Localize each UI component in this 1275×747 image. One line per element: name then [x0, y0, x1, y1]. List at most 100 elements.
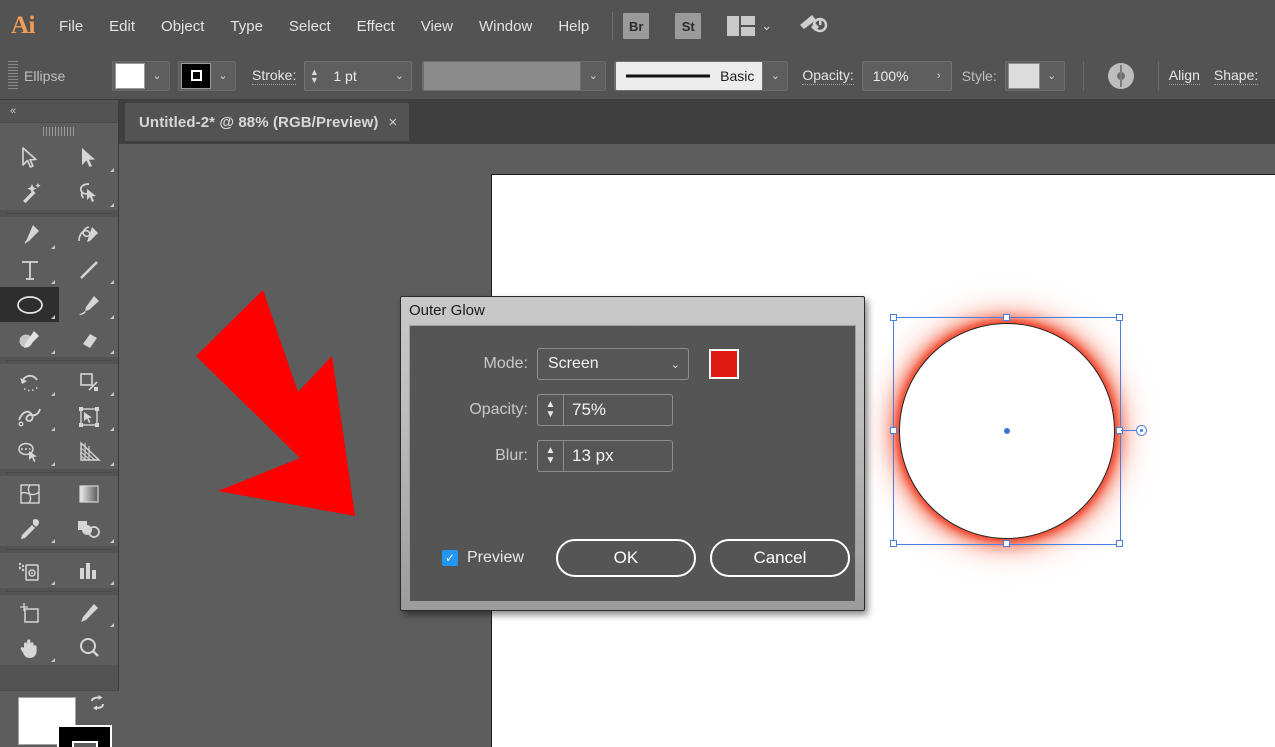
- scale-tool[interactable]: [59, 364, 118, 399]
- live-shape-widget-icon[interactable]: [1136, 425, 1147, 436]
- free-transform-tool[interactable]: [59, 399, 118, 434]
- workspace-layout-icon[interactable]: [727, 16, 756, 36]
- stroke-weight-field[interactable]: ▲ ▼ 1 pt ⌄: [304, 60, 413, 91]
- slice-tool[interactable]: [59, 595, 118, 630]
- curvature-tool[interactable]: [59, 217, 118, 252]
- zoom-tool[interactable]: [59, 630, 118, 665]
- toolbar-collapse-button[interactable]: «: [0, 100, 118, 122]
- outer-glow-dialog[interactable]: Outer Glow Mode: Screen ⌄ Opacity: ▲ ▼ 7…: [400, 296, 865, 611]
- stroke-chevron-down-icon[interactable]: ⌄: [211, 62, 235, 90]
- handle-top-center[interactable]: [1003, 314, 1010, 321]
- opacity-input-group[interactable]: ▲ ▼ 75%: [537, 394, 673, 426]
- brush-definition-group[interactable]: Basic ⌄: [614, 60, 789, 91]
- stroke-weight-chevron-down-icon[interactable]: ⌄: [387, 62, 411, 90]
- menu-edit[interactable]: Edit: [96, 12, 148, 41]
- selection-tool[interactable]: [0, 140, 59, 175]
- fill-chevron-down-icon[interactable]: ⌄: [145, 62, 169, 90]
- recolor-artwork-icon[interactable]: [1107, 62, 1134, 89]
- glow-color-swatch[interactable]: [709, 349, 739, 379]
- menu-select[interactable]: Select: [276, 12, 344, 41]
- opacity-input[interactable]: 75%: [563, 394, 673, 426]
- menu-window[interactable]: Window: [466, 12, 545, 41]
- hand-tool[interactable]: [0, 630, 59, 665]
- style-chevron-down-icon[interactable]: ⌄: [1040, 62, 1064, 90]
- paintbrush-tool[interactable]: [59, 287, 118, 322]
- width-tool[interactable]: [0, 399, 59, 434]
- handle-bottom-left[interactable]: [890, 540, 897, 547]
- ok-button[interactable]: OK: [555, 539, 696, 577]
- brush-chevron-down-icon[interactable]: ⌄: [763, 62, 787, 90]
- swap-fill-stroke-icon[interactable]: [89, 695, 107, 718]
- opacity-value[interactable]: 100%: [863, 68, 927, 84]
- eyedropper-tool[interactable]: [0, 511, 59, 546]
- menu-effect[interactable]: Effect: [344, 12, 408, 41]
- menu-object[interactable]: Object: [148, 12, 217, 41]
- handle-bottom-center[interactable]: [1003, 540, 1010, 547]
- ellipse-tool[interactable]: [0, 287, 59, 322]
- stroke-weight-stepper[interactable]: ▲ ▼: [305, 62, 323, 90]
- cancel-button[interactable]: Cancel: [709, 539, 850, 577]
- menu-type[interactable]: Type: [217, 12, 276, 41]
- menu-help[interactable]: Help: [545, 12, 602, 41]
- document-tab[interactable]: Untitled-2* @ 88% (RGB/Preview) ×: [125, 103, 410, 141]
- stroke-weight-label[interactable]: Stroke:: [252, 67, 297, 85]
- bridge-launch-button[interactable]: Br: [623, 13, 650, 39]
- fill-color-group[interactable]: ⌄: [112, 60, 170, 91]
- profile-chevron-down-icon[interactable]: ⌄: [581, 62, 605, 90]
- fill-swatch[interactable]: [115, 62, 145, 89]
- align-label[interactable]: Align: [1168, 67, 1200, 85]
- type-tool[interactable]: [0, 252, 59, 287]
- gradient-tool[interactable]: [59, 476, 118, 511]
- stroke-swatch[interactable]: [181, 62, 211, 89]
- shape-label[interactable]: Shape:: [1213, 67, 1259, 85]
- handle-bottom-right[interactable]: [1116, 540, 1123, 547]
- toolbar-stroke-swatch[interactable]: [57, 725, 112, 747]
- rocket-power-icon[interactable]: [798, 11, 828, 41]
- handle-top-right[interactable]: [1116, 314, 1123, 321]
- perspective-grid-tool[interactable]: [59, 434, 118, 469]
- shape-builder-tool[interactable]: [0, 434, 59, 469]
- mesh-tool[interactable]: [0, 476, 59, 511]
- blur-input-group[interactable]: ▲ ▼ 13 px: [537, 440, 673, 472]
- opacity-more-icon[interactable]: ›: [927, 62, 951, 90]
- stroke-color-group[interactable]: ⌄: [178, 60, 236, 91]
- shaper-tool[interactable]: [0, 322, 59, 357]
- brush-preview[interactable]: Basic: [615, 60, 764, 91]
- toolbar-grip[interactable]: [0, 122, 118, 140]
- opacity-stepper[interactable]: ▲ ▼: [537, 394, 563, 426]
- direct-selection-tool[interactable]: [59, 140, 118, 175]
- stepper-down-icon[interactable]: ▼: [546, 456, 556, 466]
- pen-tool[interactable]: [0, 217, 59, 252]
- menu-view[interactable]: View: [408, 12, 466, 41]
- preview-checkbox-group[interactable]: ✓ Preview: [442, 549, 524, 567]
- menu-file[interactable]: File: [46, 12, 96, 41]
- preview-checkbox[interactable]: ✓: [442, 550, 458, 566]
- artboard-tool[interactable]: [0, 595, 59, 630]
- line-segment-tool[interactable]: [59, 252, 118, 287]
- column-graph-tool[interactable]: [59, 553, 118, 588]
- opacity-field[interactable]: 100% ›: [861, 60, 952, 91]
- graphic-style-group[interactable]: ⌄: [1004, 60, 1065, 91]
- blend-tool[interactable]: [59, 511, 118, 546]
- blur-stepper[interactable]: ▲ ▼: [537, 440, 563, 472]
- lasso-tool[interactable]: [59, 175, 118, 210]
- variable-width-profile-preview[interactable]: [423, 60, 582, 91]
- symbol-sprayer-tool[interactable]: [0, 553, 59, 588]
- handle-middle-left[interactable]: [890, 427, 897, 434]
- chevron-down-icon[interactable]: ⌄: [761, 18, 772, 34]
- magic-wand-tool[interactable]: [0, 175, 59, 210]
- eraser-tool[interactable]: [59, 322, 118, 357]
- handle-top-left[interactable]: [890, 314, 897, 321]
- selected-ellipse-object[interactable]: [890, 314, 1147, 547]
- blur-input[interactable]: 13 px: [563, 440, 673, 472]
- stock-launch-button[interactable]: St: [675, 13, 702, 39]
- stepper-down-icon[interactable]: ▼: [310, 75, 319, 84]
- stepper-down-icon[interactable]: ▼: [546, 410, 556, 420]
- stroke-weight-value[interactable]: 1 pt: [323, 68, 387, 84]
- stroke-profile-group[interactable]: ⌄: [422, 60, 607, 91]
- graphic-style-swatch[interactable]: [1007, 62, 1040, 89]
- close-icon[interactable]: ×: [388, 114, 397, 131]
- opacity-label[interactable]: Opacity:: [802, 67, 854, 85]
- mode-select[interactable]: Screen ⌄: [537, 348, 689, 380]
- rotate-tool[interactable]: [0, 364, 59, 399]
